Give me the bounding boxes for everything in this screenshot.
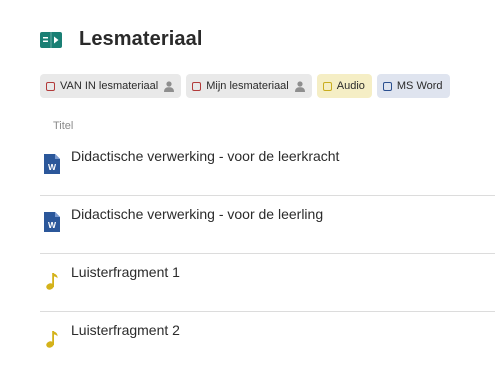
- list-item-title: Luisterfragment 2: [71, 322, 180, 338]
- list-item[interactable]: W Didactische verwerking - voor de leerl…: [40, 196, 495, 254]
- checkbox-icon: [382, 81, 392, 91]
- column-header-title[interactable]: Titel: [53, 120, 73, 132]
- music-note-icon: [46, 273, 58, 290]
- page-title: Lesmateriaal: [79, 28, 203, 50]
- svg-text:W: W: [48, 220, 57, 230]
- list-item-title: Luisterfragment 1: [71, 264, 180, 280]
- list-item-title: Didactische verwerking - voor de leerkra…: [71, 148, 340, 164]
- list-item-title: Didactische verwerking - voor de leerlin…: [71, 206, 324, 222]
- page-header: Lesmateriaal: [40, 28, 203, 51]
- book-video-icon: [40, 31, 62, 48]
- checkbox-icon: [192, 81, 202, 91]
- filter-chip-label: Mijn lesmateriaal: [206, 80, 289, 92]
- person-icon: [164, 80, 175, 92]
- filter-chip-van-in[interactable]: VAN IN lesmateriaal: [40, 74, 182, 98]
- list-item[interactable]: W Didactische verwerking - voor de leerk…: [40, 138, 495, 196]
- word-document-icon: W: [44, 212, 60, 232]
- checkbox-icon: [322, 81, 332, 91]
- filter-chip-label: VAN IN lesmateriaal: [60, 80, 159, 92]
- filter-chip-label: Audio: [336, 80, 365, 92]
- svg-text:W: W: [48, 162, 57, 172]
- filter-chip-label: MS Word: [396, 80, 443, 92]
- filter-bar: VAN IN lesmateriaal Mijn lesmateriaal Au…: [40, 74, 450, 98]
- list-item[interactable]: Luisterfragment 1: [40, 254, 495, 312]
- checkbox-icon: [46, 81, 55, 91]
- word-document-icon: W: [44, 154, 60, 174]
- music-note-icon: [46, 331, 58, 348]
- list-item[interactable]: Luisterfragment 2: [40, 312, 495, 370]
- person-icon: [294, 80, 305, 92]
- filter-chip-audio[interactable]: Audio: [316, 74, 372, 98]
- material-list: W Didactische verwerking - voor de leerk…: [40, 138, 495, 370]
- filter-chip-mijn[interactable]: Mijn lesmateriaal: [186, 74, 312, 98]
- filter-chip-ms-word[interactable]: MS Word: [376, 74, 450, 98]
